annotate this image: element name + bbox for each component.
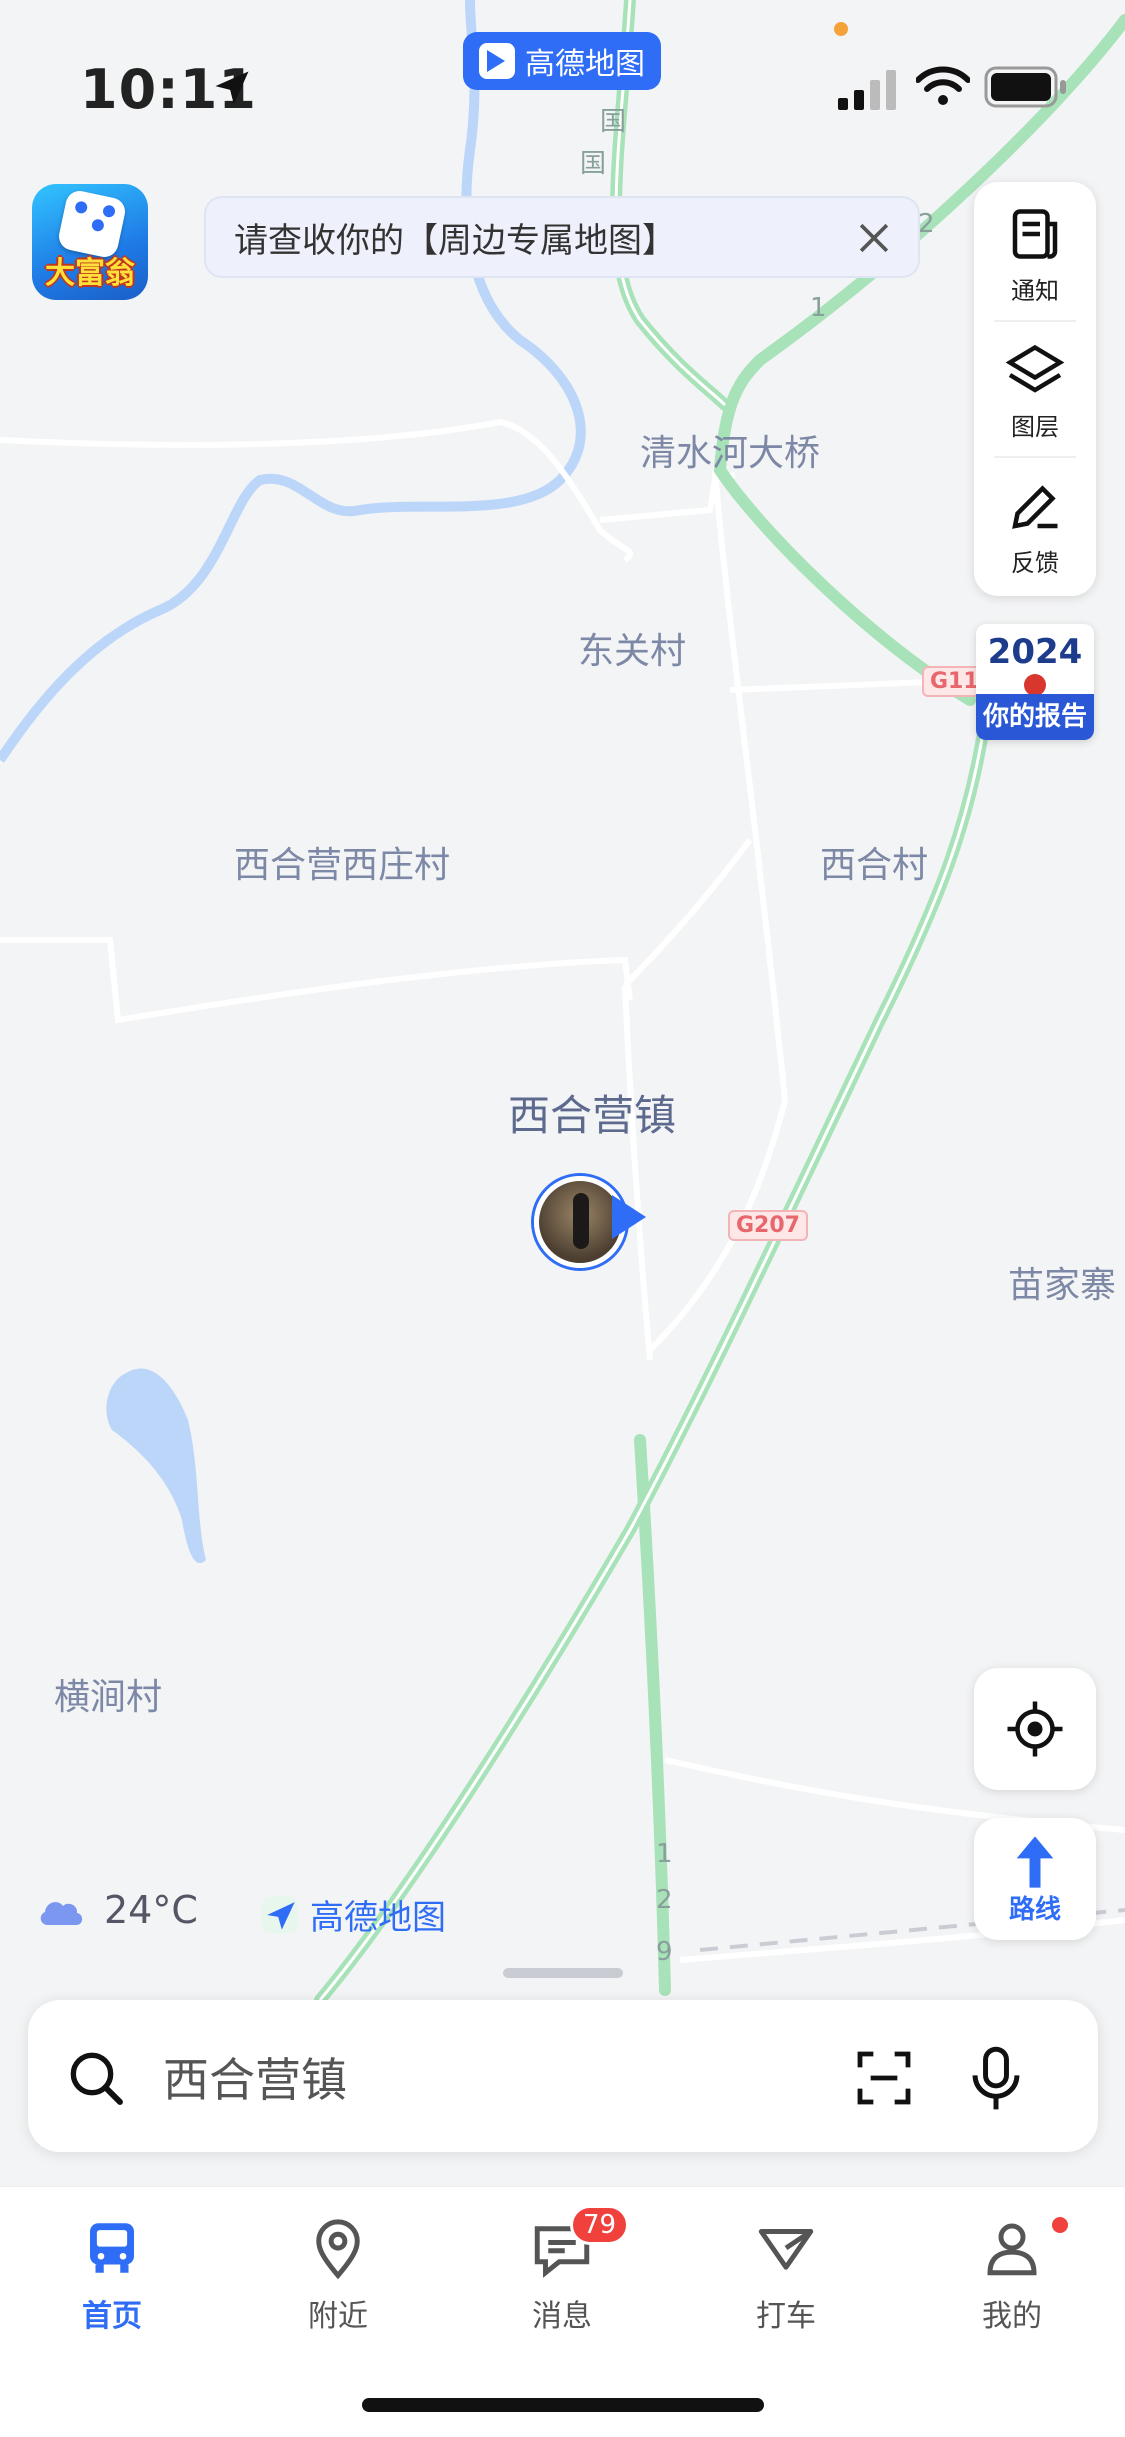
map-label-hengjian[interactable]: 横涧村 (54, 1668, 162, 1720)
tab-taxi[interactable]: 打车 (706, 2215, 866, 2335)
notify-button[interactable]: 通知 (974, 186, 1096, 316)
map-label-bridge[interactable]: 清水河大桥 (640, 424, 820, 476)
tab-mine[interactable]: 我的 (932, 2215, 1092, 2335)
route-label: 路线 (1008, 1895, 1061, 1925)
layers-icon (1005, 344, 1065, 393)
wifi-icon (916, 66, 970, 105)
app-return-label: 高德地图 (525, 47, 645, 82)
road-char: 1 (810, 293, 827, 323)
bus-icon (90, 2223, 134, 2273)
map-label-xihe-cun[interactable]: 西合村 (820, 836, 928, 888)
locate-me-button[interactable] (974, 1668, 1096, 1790)
feedback-label: 反馈 (1011, 549, 1059, 577)
weather-widget[interactable]: 24°C (36, 1888, 198, 1932)
sheet-drag-handle[interactable] (503, 1968, 623, 1978)
user-icon (987, 2223, 1037, 2276)
search-icon (70, 2052, 123, 2105)
amap-brand-text: 高德地图 (310, 1898, 446, 1938)
home-indicator[interactable] (362, 2398, 764, 2412)
tab-home[interactable]: 首页 (32, 2215, 192, 2335)
pin-icon (316, 2219, 360, 2280)
heading-arrow-icon (612, 1195, 646, 1239)
tab-messages-label: 消息 (532, 2299, 592, 2334)
road-char: 2 (656, 1885, 673, 1915)
game-promo-icon[interactable]: 大富翁 (32, 184, 148, 300)
layers-button[interactable]: 图层 (974, 322, 1096, 452)
tab-home-label: 首页 (82, 2299, 142, 2334)
feedback-icon (1012, 485, 1058, 529)
route-arrow-icon (1016, 1836, 1054, 1888)
microphone-icon[interactable] (964, 2044, 1028, 2112)
battery-icon (984, 66, 1066, 108)
app-return-pill[interactable]: 高德地图 (463, 32, 661, 90)
annual-report-button[interactable]: 2024 你的报告 (976, 624, 1094, 740)
map-label-xihe-xizhuang[interactable]: 西合营西庄村 (234, 836, 450, 888)
tab-nearby-label: 附近 (308, 2299, 368, 2334)
notification-banner[interactable]: 请查收你的【周边专属地图】 (204, 196, 920, 278)
map-label-town[interactable]: 西合营镇 (508, 1082, 676, 1143)
report-year: 2024 (987, 632, 1083, 672)
road-char: 2 (918, 209, 935, 239)
road-char: 9 (656, 1937, 673, 1967)
map-tools-panel: 通知 图层 反馈 (974, 182, 1096, 596)
close-icon[interactable] (852, 216, 896, 260)
road-char: 1 (656, 1839, 673, 1869)
scan-icon[interactable] (852, 2046, 916, 2110)
notify-label: 通知 (1011, 277, 1059, 305)
signal-icon (838, 70, 896, 110)
unread-dot (1052, 2217, 1068, 2233)
layers-label: 图层 (1011, 413, 1059, 441)
cloud-icon (40, 1902, 83, 1925)
amap-logo-icon (261, 1896, 299, 1933)
crosshair-icon (1007, 1701, 1063, 1757)
map-label-dongguan[interactable]: 东关村 (578, 622, 686, 674)
map-label-miaojia[interactable]: 苗家寨 (1008, 1256, 1116, 1308)
banner-text: 请查收你的【周边专属地图】 (234, 220, 676, 261)
tab-messages[interactable]: 79 消息 (482, 2205, 642, 2335)
amap-logo-icon (479, 43, 515, 79)
status-bar: 10:11 高德地图 (0, 0, 1125, 140)
tab-taxi-label: 打车 (756, 2299, 816, 2334)
location-arrow-icon (215, 71, 249, 105)
search-input[interactable]: 西合营镇 (163, 2044, 347, 2110)
privacy-dot (834, 22, 848, 36)
road-char: 国 (580, 149, 606, 179)
notify-icon (1012, 209, 1058, 259)
search-bar[interactable]: 西合营镇 (28, 2000, 1098, 2152)
report-ball-icon (1024, 674, 1046, 696)
tab-nearby[interactable]: 附近 (258, 2215, 418, 2335)
amap-brand: 高德地图 (258, 1890, 446, 1939)
message-badge: 79 (570, 2205, 630, 2245)
taxi-icon (758, 2229, 814, 2270)
feedback-button[interactable]: 反馈 (974, 458, 1096, 588)
route-button[interactable]: 路线 (974, 1818, 1096, 1940)
highway-shield-g207: G207 (728, 1210, 808, 1241)
report-label: 你的报告 (976, 694, 1094, 740)
game-promo-label: 大富翁 (45, 256, 135, 291)
tab-mine-label: 我的 (982, 2299, 1042, 2334)
weather-temp: 24°C (104, 1888, 198, 1932)
